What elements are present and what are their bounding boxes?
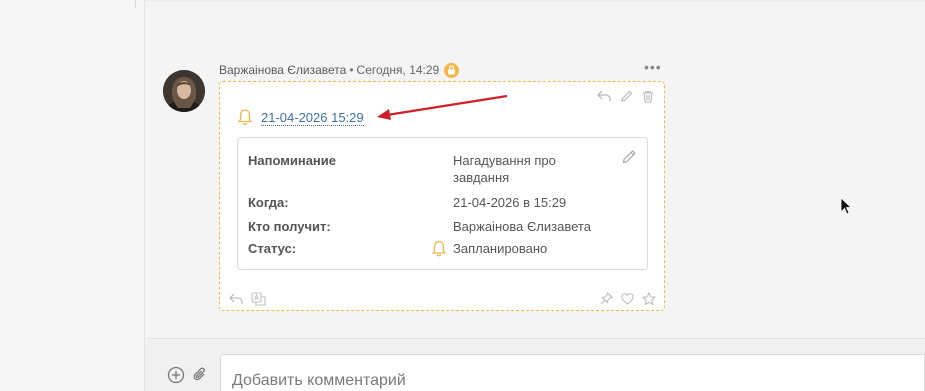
reminder-date-link[interactable]: 21-04-2026 15:29: [261, 110, 364, 126]
field-value: Нагадування про завдання: [453, 153, 556, 185]
bell-icon: [431, 240, 447, 257]
trash-icon[interactable]: [640, 88, 656, 104]
field-label: Когда:: [248, 195, 289, 210]
field-label: Напоминание: [248, 153, 337, 168]
reply-icon[interactable]: [228, 291, 243, 306]
meta-separator: •: [349, 63, 354, 77]
heart-icon[interactable]: [620, 291, 635, 306]
composer-icons: [167, 366, 209, 384]
post-meta: Варжаінова Єлизавета • Сегодня, 14:29: [219, 62, 460, 78]
left-panel: [0, 0, 145, 391]
field-label: Статус:: [248, 241, 297, 256]
more-options-button[interactable]: •••: [644, 60, 662, 74]
card-footer-left: [228, 291, 266, 306]
lock-icon: [444, 62, 460, 78]
card-toolbar: [596, 88, 656, 104]
comment-input[interactable]: [220, 354, 925, 391]
post-time: Сегодня, 14:29: [356, 63, 440, 77]
field-value: Варжаінова Єлизавета: [453, 219, 591, 234]
avatar[interactable]: [163, 70, 205, 112]
card-footer-right: [599, 291, 656, 306]
bell-icon: [237, 109, 253, 125]
field-value: 21-04-2026 в 15:29: [453, 195, 567, 210]
edit-reminder-icon[interactable]: [621, 149, 637, 165]
add-icon[interactable]: [167, 366, 185, 384]
mouse-cursor-icon: [840, 197, 852, 215]
reply-icon[interactable]: [596, 88, 612, 104]
reminder-card: 21-04-2026 15:29 Напоминание Нагадування…: [219, 81, 665, 311]
reminder-details: Напоминание Нагадування про завдання Ког…: [237, 137, 648, 270]
attach-icon[interactable]: [191, 366, 209, 384]
divider: [135, 0, 136, 8]
divider: [146, 0, 925, 1]
field-label: Кто получит:: [248, 219, 331, 234]
translate-icon[interactable]: [251, 291, 266, 306]
edit-icon[interactable]: [618, 88, 634, 104]
author-name[interactable]: Варжаінова Єлизавета: [219, 63, 346, 77]
star-icon[interactable]: [641, 291, 656, 306]
pin-icon[interactable]: [599, 291, 614, 306]
field-value: Запланировано: [453, 241, 548, 256]
annotation-arrow: [377, 94, 508, 120]
